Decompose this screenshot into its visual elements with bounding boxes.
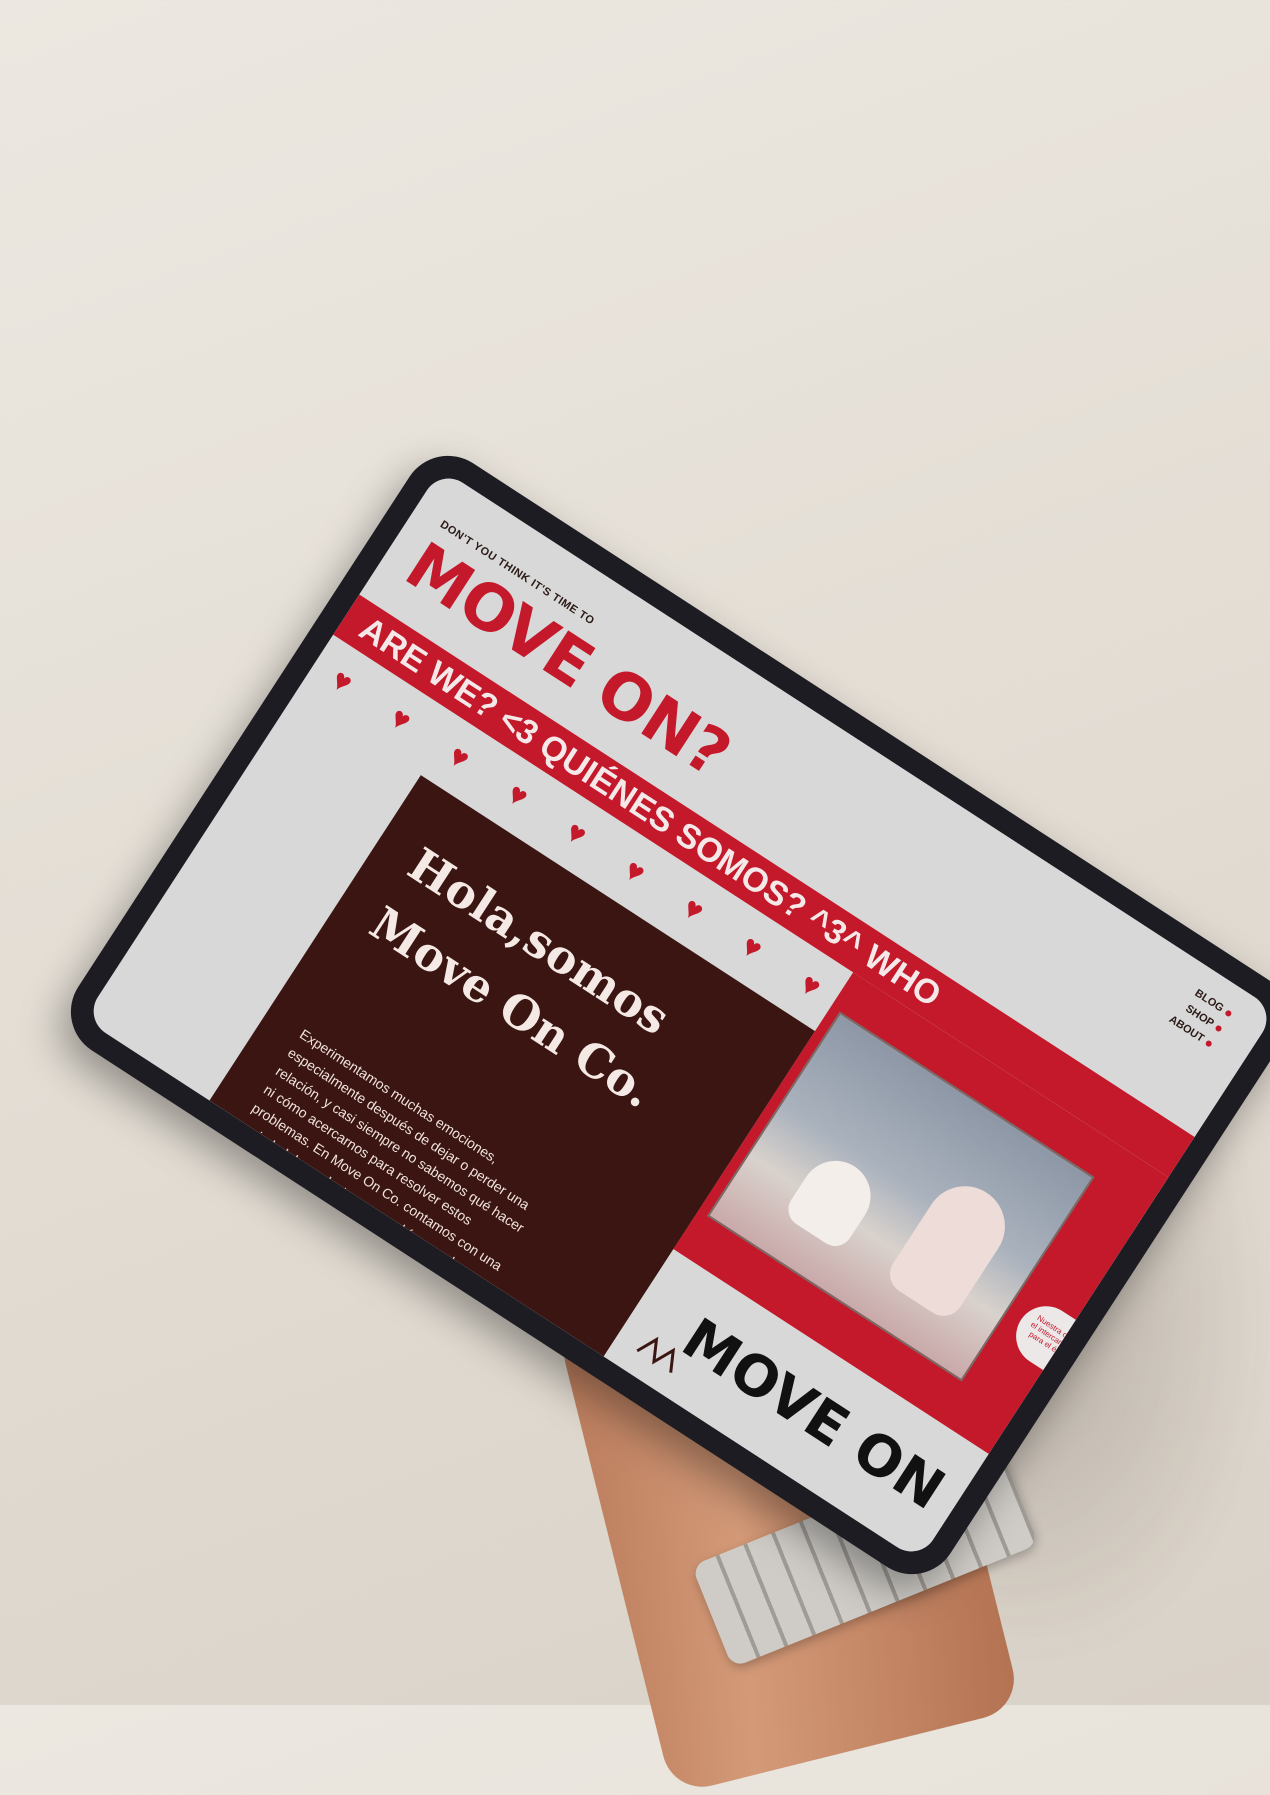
heart-dagger-icon: ♥ [559,815,593,853]
heart-dagger-icon: ♥ [735,929,769,967]
cat-figure [882,1170,1021,1324]
heart-dagger-icon: ♥ [325,662,359,701]
heart-dagger-icon: ♥ [793,967,827,1005]
dot-icon [1224,1009,1233,1018]
heart-dagger-icon: ♥ [442,738,476,777]
heart-dagger-icon: ♥ [676,891,710,929]
site-nav: BLOG SHOP ABOUT [1167,983,1234,1050]
heart-dagger-icon: ♥ [618,853,652,891]
dot-icon [1214,1024,1223,1033]
intro-body: Experimentamos muchas emociones, especia… [213,1025,533,1306]
cat-figure [781,1147,884,1253]
heart-dagger-icon: ♥ [384,700,417,739]
heart-dagger-icon: ♥ [501,776,535,815]
dot-icon [1204,1039,1213,1048]
